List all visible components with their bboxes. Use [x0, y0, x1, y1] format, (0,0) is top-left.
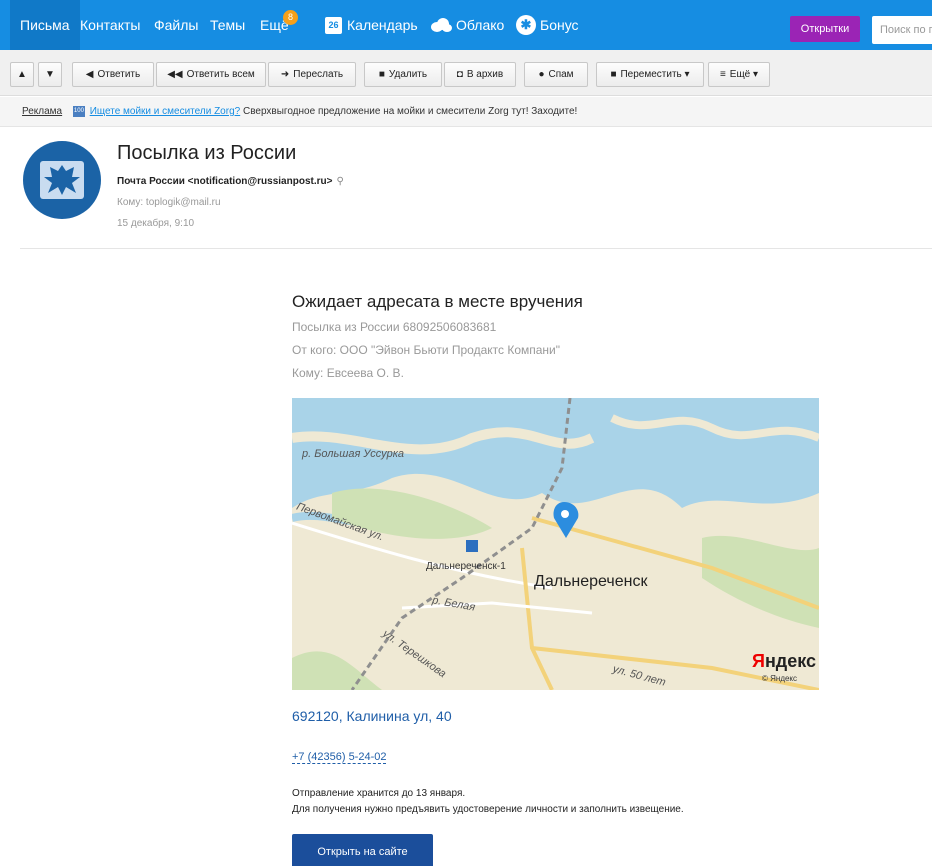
message-toolbar: ▲ ▼ ◀ Ответить ◀◀ Ответить всем ➜ Переслать…	[0, 50, 932, 96]
nav-themes[interactable]: Темы	[210, 0, 245, 50]
sender-address[interactable]: Почта России <notification@russianpost.r…	[117, 176, 332, 187]
nav-more[interactable]: Ещё	[260, 0, 289, 50]
yandex-logo-rest: ндекс	[764, 651, 817, 671]
forward-label: Переслать	[293, 69, 344, 80]
ad-logo: 100	[72, 105, 85, 117]
more-actions-button[interactable]: ≡ Ещё ▾	[708, 62, 770, 87]
chevron-down-icon: ▾	[684, 69, 690, 80]
map-label-river: р. Большая Уссурка	[302, 448, 405, 460]
nav-contacts[interactable]: Контакты	[80, 0, 140, 50]
reply-all-button[interactable]: ◀◀ Ответить всем	[156, 62, 266, 87]
email-subject: Посылка из России	[117, 142, 297, 164]
forward-icon: ➜	[280, 69, 290, 80]
russian-post-logo	[40, 161, 84, 199]
ad-label[interactable]: Реклама	[22, 106, 62, 117]
spam-button[interactable]: ● Спам	[524, 62, 588, 87]
cloud-icon	[431, 18, 452, 32]
yandex-logo: Яндекс	[752, 651, 816, 672]
nav-cloud[interactable]: Облако	[456, 0, 504, 50]
move-label: Переместить	[620, 69, 682, 80]
search-icon[interactable]: ⚲	[336, 176, 343, 187]
more-badge: 8	[283, 10, 298, 25]
parcel-sender: От кого: ООО "Эйвон Бьюти Продактс Компа…	[292, 343, 561, 357]
prev-message-button[interactable]: ▲	[10, 62, 34, 87]
chevron-down-icon: ▾	[753, 69, 759, 80]
pickup-note: Для получения нужно предъявить удостовер…	[292, 804, 684, 815]
arrow-down-icon: ▼	[45, 69, 55, 80]
archive-button[interactable]: ◘ В архив	[444, 62, 516, 87]
map-label-station: Дальнереченск-1	[426, 561, 506, 572]
ad-banner: Реклама 100 Ищете мойки и смесители Zorg…	[0, 97, 932, 127]
delete-label: Удалить	[388, 69, 428, 80]
delete-button[interactable]: ■ Удалить	[364, 62, 442, 87]
bonus-icon: ✱	[516, 15, 536, 35]
reply-all-label: Ответить всем	[186, 69, 255, 80]
more-label: Ещё	[729, 69, 751, 80]
move-button[interactable]: ■ Переместить ▾	[596, 62, 704, 87]
parcel-number: Посылка из России 68092506083681	[292, 320, 497, 334]
nav-files[interactable]: Файлы	[154, 0, 198, 50]
forward-button[interactable]: ➜ Переслать	[268, 62, 356, 87]
archive-label: В архив	[466, 69, 504, 80]
sender-avatar	[23, 141, 101, 219]
arrow-up-icon: ▲	[17, 69, 27, 80]
trash-icon: ■	[378, 69, 385, 80]
ad-link[interactable]: Ищете мойки и смесители Zorg?	[90, 106, 241, 117]
calendar-icon: 26	[325, 17, 342, 34]
top-navigation: Письма Контакты Файлы Темы Ещё 8 26 Кале…	[0, 0, 932, 50]
email-date: 15 декабря, 9:10	[117, 218, 195, 229]
reply-all-icon: ◀◀	[167, 69, 183, 80]
yandex-copyright: © Яндекс	[762, 674, 798, 683]
menu-icon: ≡	[719, 69, 726, 80]
location-map[interactable]: р. Большая Уссурка Первомайская ул. Даль…	[292, 398, 819, 690]
post-office-address: 692120, Калинина ул, 40	[292, 708, 452, 724]
reply-icon: ◀	[85, 69, 94, 80]
ad-text: Сверхвыгодное предложение на мойки и сме…	[242, 106, 578, 117]
spam-icon: ●	[538, 69, 545, 80]
yandex-logo-y: Я	[752, 651, 765, 671]
folder-icon: ■	[610, 69, 617, 80]
header-divider	[20, 248, 932, 249]
reply-button[interactable]: ◀ Ответить	[72, 62, 154, 87]
nav-calendar[interactable]: Календарь	[347, 0, 418, 50]
reply-label: Ответить	[97, 69, 141, 80]
spam-label: Спам	[548, 69, 574, 80]
storage-note: Отправление хранится до 13 января.	[292, 788, 466, 799]
archive-icon: ◘	[456, 69, 463, 80]
nav-bonus[interactable]: Бонус	[540, 0, 579, 50]
email-from[interactable]: Почта России <notification@russianpost.r…	[117, 176, 344, 187]
email-to: Кому: toplogik@mail.ru	[117, 197, 221, 208]
search-input[interactable]: Поиск по почте	[872, 16, 932, 44]
map-label-city: Дальнереченск	[534, 573, 648, 590]
postcards-button[interactable]: Открытки	[790, 16, 860, 42]
post-office-phone[interactable]: +7 (42356) 5-24-02	[292, 751, 387, 764]
parcel-recipient: Кому: Евсеева О. В.	[292, 366, 404, 380]
open-on-site-button[interactable]: Открыть на сайте	[292, 834, 433, 866]
delivery-status-title: Ожидает адресата в месте вручения	[292, 292, 583, 311]
next-message-button[interactable]: ▼	[38, 62, 62, 87]
nav-letters[interactable]: Письма	[10, 0, 80, 50]
